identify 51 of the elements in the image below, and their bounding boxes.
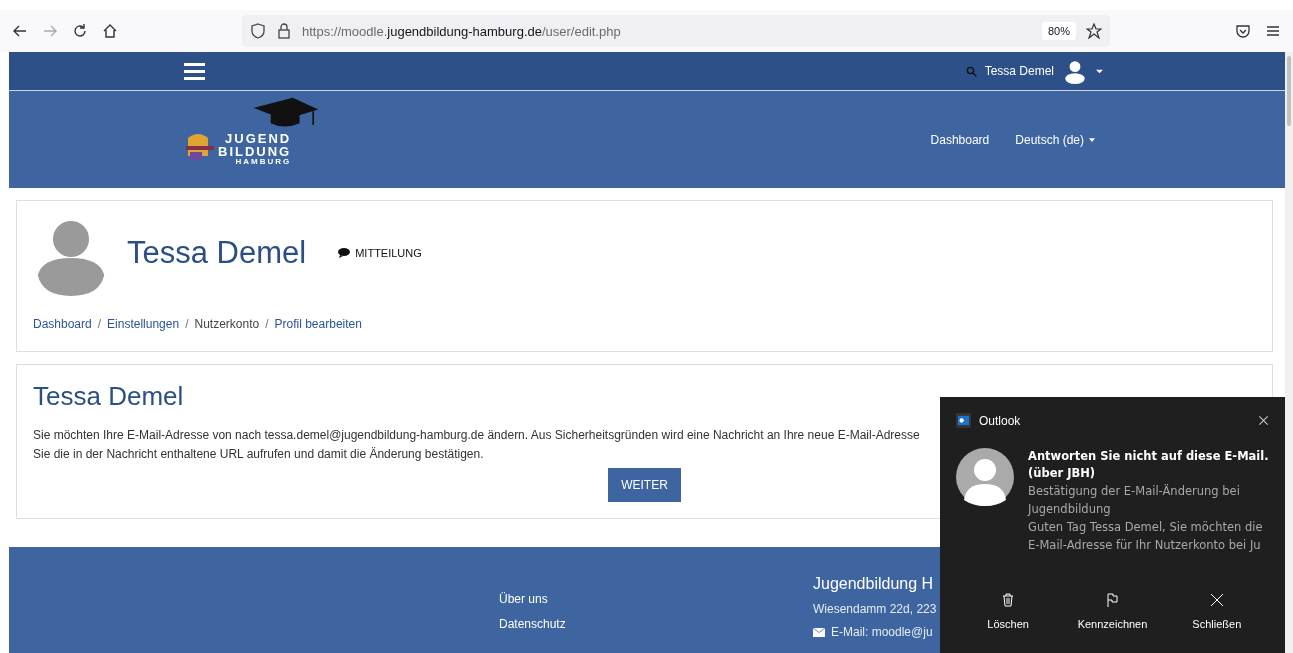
star-icon[interactable] (1086, 23, 1102, 39)
header-link[interactable]: Deutsch (de) (1015, 132, 1095, 147)
app-name: Outlook (979, 413, 1021, 428)
sender-text: Antworten Sie nicht auf diese E-Mail. (über JBH) (1028, 448, 1269, 482)
zoom-level[interactable]: 80% (1041, 22, 1076, 40)
breadcrumb-separator: / (265, 317, 269, 331)
close-button[interactable] (1258, 415, 1269, 426)
avatar-icon[interactable] (1062, 58, 1088, 84)
home-icon[interactable] (102, 23, 118, 39)
envelope-icon (813, 627, 825, 637)
profile-name: Tessa Demel (127, 235, 307, 272)
continue-button[interactable]: WEITER (608, 468, 681, 502)
caret-icon[interactable] (1096, 67, 1103, 75)
avatar-icon (956, 448, 1014, 506)
scrollbar-thumb[interactable] (1287, 56, 1291, 126)
caret-icon[interactable] (1089, 137, 1095, 142)
toast-action-button[interactable]: Löschen (956, 591, 1061, 631)
menu-button[interactable] (184, 62, 205, 80)
url-text: https://moodle.jugendbildung-hamburg.de/user/edit.php (302, 23, 622, 39)
close-icon (1208, 592, 1225, 608)
flag-icon (1104, 592, 1121, 608)
user-name[interactable]: Tessa Demel (984, 64, 1054, 78)
subject-text: Bestätigung der E-Mail-Änderung bei Jugendbildung (1028, 483, 1241, 518)
header-link[interactable]: Dashboard (930, 132, 990, 147)
app-icon (956, 413, 971, 428)
breadcrumb-link[interactable]: Dashboard (33, 317, 92, 331)
address-bar[interactable]: https://moodle.jugendbildung-hamburg.de/user/edit.php 80% (242, 15, 1110, 47)
notice-title: Tessa Demel (33, 381, 185, 412)
speech-bubble-icon (338, 248, 351, 258)
footer-title: Jugendbildung H (813, 575, 935, 593)
toast-action-button[interactable]: Kennzeichnen (1060, 591, 1165, 631)
message-link[interactable]: MITTEILUNG (338, 247, 422, 259)
footer-address: Wiesendamm 22d, 223 (813, 602, 938, 616)
preview-text: Guten Tag Tessa Demel, Sie möchten die E-Mail-Adresse für Ihr Nutzerkonto bei Ju (1028, 519, 1264, 554)
footer-link[interactable]: Datenschutz (499, 617, 813, 631)
breadcrumb-link[interactable]: Einstellungen (107, 317, 180, 331)
toast-action-button[interactable]: Schließen (1164, 591, 1269, 631)
breadcrumb-text: Nutzerkonto (194, 317, 260, 331)
menu-icon[interactable] (1265, 23, 1281, 39)
footer-email[interactable]: E-Mail: moodle@ju (831, 625, 933, 639)
reload-icon[interactable] (72, 23, 88, 39)
notice-text: Sie möchten Ihre E-Mail-Adresse von nach tessa.demel@jugendbildung-hamburg.de ändern. Aus Sicherheitsgründen wird eine Nachricht an Ihre neue E-Mail-Adresse (33, 427, 920, 444)
breadcrumb-separator: / (185, 317, 189, 331)
breadcrumb-separator: / (97, 317, 102, 331)
back-icon[interactable] (12, 23, 28, 39)
lock-icon (276, 23, 292, 39)
footer-link[interactable]: Über uns (499, 592, 813, 606)
breadcrumb-link[interactable]: Profil bearbeiten (274, 317, 362, 331)
notice-text: Sie die in der Nachricht enthaltene URL aufrufen und damit die Änderung bestätigen. (33, 446, 484, 463)
shield-icon (250, 23, 266, 39)
pocket-icon[interactable] (1235, 23, 1251, 39)
